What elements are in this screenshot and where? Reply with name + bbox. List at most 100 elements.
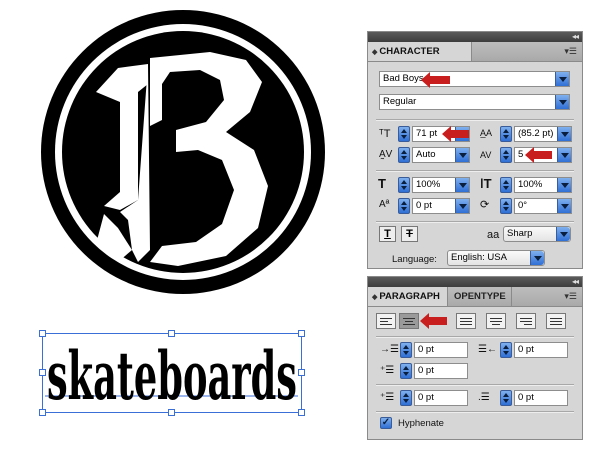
kerning-field[interactable]: Auto bbox=[412, 147, 470, 163]
tab-character[interactable]: ◆ CHARACTER bbox=[368, 42, 472, 61]
chevron-down-icon[interactable] bbox=[455, 199, 469, 213]
vertical-scale-field[interactable]: 100% bbox=[412, 177, 470, 193]
left-indent-value: 0 pt bbox=[418, 344, 434, 355]
chevron-down-icon[interactable] bbox=[455, 178, 469, 192]
space-before-field[interactable]: 0 pt bbox=[414, 390, 468, 406]
first-line-indent-stepper[interactable] bbox=[400, 363, 412, 379]
justify-all-button[interactable] bbox=[546, 313, 566, 329]
leading-stepper[interactable] bbox=[500, 126, 512, 142]
baseline-shift-stepper[interactable] bbox=[398, 198, 410, 214]
divider bbox=[376, 384, 574, 386]
vertical-scale-value: 100% bbox=[416, 179, 441, 190]
leading-icon: A̲A bbox=[480, 128, 493, 138]
first-line-indent-value: 0 pt bbox=[418, 365, 434, 376]
font-style-select[interactable]: Regular bbox=[379, 94, 570, 110]
chevron-down-icon[interactable] bbox=[557, 178, 571, 192]
rotation-icon: ⟳ bbox=[480, 199, 490, 211]
tracking-stepper[interactable] bbox=[500, 147, 512, 163]
divider bbox=[376, 119, 574, 121]
tab-paragraph[interactable]: ◆ PARAGRAPH bbox=[368, 287, 448, 306]
align-left-button[interactable] bbox=[376, 313, 396, 329]
font-size-stepper[interactable] bbox=[398, 126, 410, 142]
antialias-select[interactable]: Sharp bbox=[503, 226, 571, 242]
chevron-down-icon[interactable] bbox=[555, 95, 569, 109]
panel-menu-icon[interactable]: ▾☰ bbox=[564, 290, 577, 302]
left-indent-icon: →☰ bbox=[380, 344, 399, 355]
right-indent-stepper[interactable] bbox=[500, 342, 512, 358]
hyphenate-checkbox[interactable]: ✓ bbox=[380, 417, 392, 429]
language-select[interactable]: English: USA bbox=[447, 250, 545, 266]
chevron-down-icon[interactable] bbox=[557, 127, 571, 141]
chevron-down-icon[interactable] bbox=[555, 72, 569, 86]
right-indent-icon: ☰← bbox=[478, 344, 497, 355]
kerning-value: Auto bbox=[416, 149, 436, 160]
align-center-button[interactable] bbox=[399, 313, 419, 329]
font-family-select[interactable]: Bad Boys bbox=[379, 71, 570, 87]
divider bbox=[376, 170, 574, 172]
leading-field[interactable]: (85.2 pt) bbox=[514, 126, 572, 142]
first-line-indent-icon: ⁺☰ bbox=[380, 365, 395, 376]
panel-menu-icon[interactable]: ▾☰ bbox=[564, 45, 577, 57]
justify-center-button[interactable] bbox=[486, 313, 506, 329]
tracking-icon: AV bbox=[480, 150, 492, 160]
tab-opentype[interactable]: OPENTYPE bbox=[448, 287, 512, 306]
paragraph-panel: ◂◂ ◆ PARAGRAPH OPENTYPE ▾☰ →☰ 0 pt ☰← 0 p… bbox=[367, 276, 583, 440]
vertical-scale-stepper[interactable] bbox=[398, 177, 410, 193]
font-family-value: Bad Boys bbox=[383, 73, 424, 84]
language-value: English: USA bbox=[451, 252, 507, 263]
space-before-stepper[interactable] bbox=[400, 390, 412, 406]
space-after-field[interactable]: 0 pt bbox=[514, 390, 568, 406]
red-arrow-icon bbox=[421, 72, 450, 88]
selection-handle-mr[interactable] bbox=[298, 369, 305, 376]
left-indent-field[interactable]: 0 pt bbox=[414, 342, 468, 358]
red-arrow-icon bbox=[442, 126, 469, 142]
selection-handle-tm[interactable] bbox=[168, 330, 175, 337]
red-arrow-icon bbox=[420, 313, 447, 329]
strikethrough-button[interactable]: T bbox=[401, 226, 418, 242]
rotation-value: 0° bbox=[518, 200, 528, 211]
text-selection-box[interactable]: skateboards bbox=[39, 330, 305, 416]
horizontal-scale-stepper[interactable] bbox=[500, 177, 512, 193]
font-size-value: 71 pt bbox=[416, 128, 438, 139]
horizontal-scale-field[interactable]: 100% bbox=[514, 177, 572, 193]
kerning-stepper[interactable] bbox=[398, 147, 410, 163]
panel-grip[interactable]: ◂◂ bbox=[368, 32, 582, 42]
selection-handle-tl[interactable] bbox=[39, 330, 46, 337]
selection-handle-tr[interactable] bbox=[298, 330, 305, 337]
justify-right-button[interactable] bbox=[516, 313, 536, 329]
kerning-icon: A̰V bbox=[379, 149, 393, 160]
left-indent-stepper[interactable] bbox=[400, 342, 412, 358]
right-indent-field[interactable]: 0 pt bbox=[514, 342, 568, 358]
rotation-field[interactable]: 0° bbox=[514, 198, 572, 214]
baseline-shift-field[interactable]: 0 pt bbox=[412, 198, 470, 214]
space-after-stepper[interactable] bbox=[500, 390, 512, 406]
chevron-down-icon[interactable] bbox=[557, 199, 571, 213]
divider bbox=[376, 221, 574, 223]
font-style-value: Regular bbox=[383, 96, 417, 107]
chevron-down-icon[interactable] bbox=[455, 148, 469, 162]
underline-button[interactable]: T bbox=[379, 226, 396, 242]
chevron-updown-icon[interactable] bbox=[530, 251, 544, 265]
chevron-down-icon[interactable] bbox=[557, 148, 571, 162]
horizontal-scale-icon: ǀT bbox=[480, 176, 492, 191]
hyphenate-label: Hyphenate bbox=[398, 418, 444, 429]
selection-handle-bl[interactable] bbox=[39, 409, 46, 416]
space-after-icon: .☰ bbox=[478, 392, 490, 403]
collapse-icon[interactable]: ◂◂ bbox=[572, 277, 579, 287]
rotation-stepper[interactable] bbox=[500, 198, 512, 214]
collapse-icon[interactable]: ◂◂ bbox=[572, 32, 579, 42]
language-label: Language: bbox=[392, 254, 437, 265]
chevron-updown-icon[interactable] bbox=[556, 227, 570, 241]
selection-handle-ml[interactable] bbox=[39, 369, 46, 376]
artwork-canvas: skateboards bbox=[39, 10, 325, 416]
selection-handle-br[interactable] bbox=[298, 409, 305, 416]
b-logo-emblem[interactable] bbox=[41, 10, 325, 294]
space-after-value: 0 pt bbox=[518, 392, 534, 403]
tab-toggle-icon: ◆ bbox=[372, 49, 378, 56]
align-right-button[interactable] bbox=[456, 313, 476, 329]
first-line-indent-field[interactable]: 0 pt bbox=[414, 363, 468, 379]
space-before-value: 0 pt bbox=[418, 392, 434, 403]
right-indent-value: 0 pt bbox=[518, 344, 534, 355]
antialias-icon: aa bbox=[487, 229, 500, 241]
panel-grip[interactable]: ◂◂ bbox=[368, 277, 582, 287]
